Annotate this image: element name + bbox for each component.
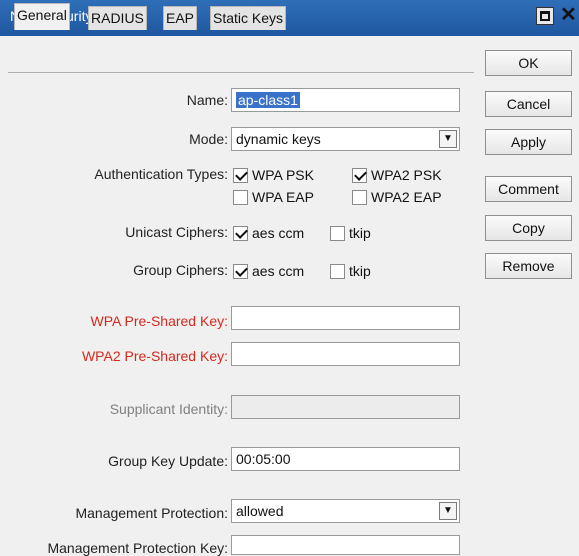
wpa-psk-label: WPA PSK bbox=[252, 167, 314, 183]
supplicant-identity-input[interactable] bbox=[231, 395, 460, 419]
group-key-update-value: 00:05:00 bbox=[236, 451, 291, 467]
wpa2-psk-label: WPA2 PSK bbox=[371, 167, 442, 183]
unicast-aes-ccm-checkbox[interactable]: aes ccm bbox=[233, 224, 304, 242]
name-label: Name: bbox=[186, 92, 228, 108]
checkbox-checked-icon bbox=[233, 263, 248, 279]
management-protection-select[interactable]: allowed ▼ bbox=[231, 499, 460, 523]
mode-select[interactable]: dynamic keys ▼ bbox=[231, 127, 460, 151]
group-key-update-input[interactable]: 00:05:00 bbox=[231, 447, 460, 471]
close-icon[interactable]: ✕ bbox=[560, 5, 577, 25]
tab-radius[interactable]: RADIUS bbox=[88, 6, 147, 30]
mode-label: Mode: bbox=[189, 131, 228, 147]
wpa-psk-key-input[interactable] bbox=[231, 306, 460, 330]
checkbox-checked-icon bbox=[233, 167, 248, 183]
apply-button[interactable]: Apply bbox=[485, 129, 572, 155]
tab-static-keys[interactable]: Static Keys bbox=[210, 6, 287, 30]
wpa-psk-key-label: WPA Pre-Shared Key: bbox=[90, 313, 228, 329]
group-ciphers-label: Group Ciphers: bbox=[133, 262, 228, 278]
wpa-psk-checkbox[interactable]: WPA PSK bbox=[233, 166, 314, 184]
wpa2-eap-checkbox[interactable]: WPA2 EAP bbox=[352, 188, 442, 206]
group-tkip-label: tkip bbox=[349, 263, 371, 279]
checkbox-unchecked-icon bbox=[330, 225, 345, 241]
dropdown-arrow-icon[interactable]: ▼ bbox=[439, 130, 457, 148]
group-key-update-label: Group Key Update: bbox=[108, 453, 228, 469]
unicast-tkip-label: tkip bbox=[349, 225, 371, 241]
checkbox-checked-icon bbox=[352, 167, 367, 183]
unicast-ciphers-label: Unicast Ciphers: bbox=[125, 224, 228, 240]
group-tkip-checkbox[interactable]: tkip bbox=[330, 262, 371, 280]
wpa-eap-label: WPA EAP bbox=[252, 189, 314, 205]
wpa2-psk-key-label: WPA2 Pre-Shared Key: bbox=[81, 348, 228, 364]
dropdown-arrow-icon[interactable]: ▼ bbox=[439, 502, 457, 520]
checkbox-unchecked-icon bbox=[330, 263, 345, 279]
management-protection-key-label: Management Protection Key: bbox=[47, 540, 228, 556]
group-aes-ccm-checkbox[interactable]: aes ccm bbox=[233, 262, 304, 280]
auth-types-label: Authentication Types: bbox=[94, 166, 228, 182]
checkbox-unchecked-icon bbox=[352, 189, 367, 205]
wpa2-psk-checkbox[interactable]: WPA2 PSK bbox=[352, 166, 442, 184]
management-protection-key-input[interactable] bbox=[231, 535, 460, 555]
copy-button[interactable]: Copy bbox=[485, 215, 572, 241]
comment-button[interactable]: Comment bbox=[485, 176, 572, 202]
wpa-eap-checkbox[interactable]: WPA EAP bbox=[233, 188, 314, 206]
checkbox-checked-icon bbox=[233, 225, 248, 241]
group-aes-ccm-label: aes ccm bbox=[252, 263, 305, 279]
wpa2-psk-key-input[interactable] bbox=[231, 342, 460, 366]
unicast-tkip-checkbox[interactable]: tkip bbox=[330, 224, 371, 242]
checkbox-unchecked-icon bbox=[233, 189, 248, 205]
name-value: ap-class1 bbox=[236, 92, 300, 108]
cancel-button[interactable]: Cancel bbox=[485, 91, 572, 117]
management-protection-value: allowed bbox=[236, 503, 284, 519]
remove-button[interactable]: Remove bbox=[485, 253, 572, 279]
management-protection-label: Management Protection: bbox=[75, 505, 228, 521]
name-input[interactable]: ap-class1 bbox=[231, 88, 460, 112]
title-bar: New Security Profile ✕ bbox=[0, 0, 579, 36]
ok-button[interactable]: OK bbox=[485, 50, 572, 76]
tab-divider bbox=[8, 72, 474, 73]
tab-eap[interactable]: EAP bbox=[163, 6, 198, 30]
supplicant-identity-label: Supplicant Identity: bbox=[109, 401, 228, 417]
unicast-aes-ccm-label: aes ccm bbox=[252, 225, 305, 241]
maximize-icon[interactable] bbox=[536, 7, 554, 25]
tab-general[interactable]: General bbox=[14, 3, 70, 30]
mode-value: dynamic keys bbox=[236, 131, 321, 147]
wpa2-eap-label: WPA2 EAP bbox=[371, 189, 442, 205]
